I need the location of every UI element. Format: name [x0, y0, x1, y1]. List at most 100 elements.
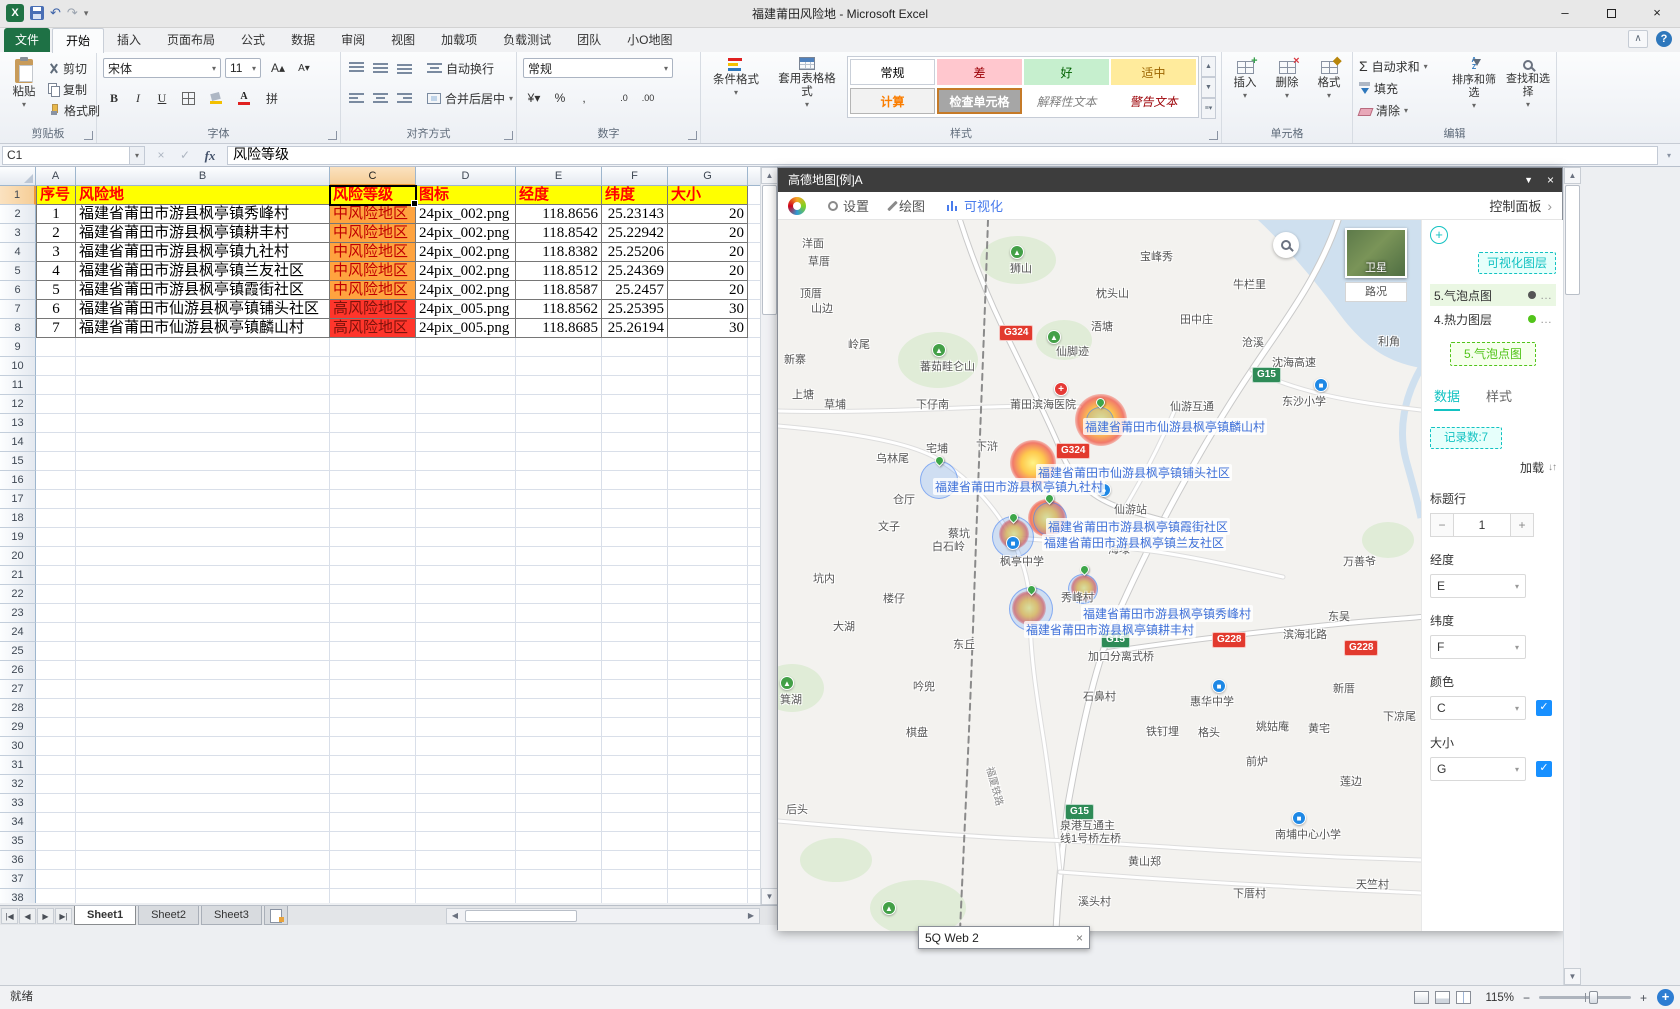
cell-F22[interactable]: [602, 585, 668, 604]
cell-E25[interactable]: [516, 642, 602, 661]
cell-G29[interactable]: [668, 718, 748, 737]
cell-B38[interactable]: [76, 889, 330, 903]
cell-G22[interactable]: [668, 585, 748, 604]
cell-F3[interactable]: 25.22942: [602, 224, 668, 243]
cell-A17[interactable]: [36, 490, 76, 509]
cell-B28[interactable]: [76, 699, 330, 718]
cell-A26[interactable]: [36, 661, 76, 680]
cell-E32[interactable]: [516, 775, 602, 794]
cell-G35[interactable]: [668, 832, 748, 851]
cell-D28[interactable]: [416, 699, 516, 718]
risk-point-label-6[interactable]: 福建省莆田市游县枫亭镇耕丰村: [1024, 621, 1196, 638]
hscroll-thumb[interactable]: [465, 910, 577, 922]
cell-B9[interactable]: [76, 338, 330, 357]
add-layer-icon[interactable]: +: [1430, 226, 1448, 244]
row-header-5[interactable]: 5: [0, 262, 36, 281]
cell-A20[interactable]: [36, 547, 76, 566]
cell-E38[interactable]: [516, 889, 602, 903]
cell-A16[interactable]: [36, 471, 76, 490]
cell-F29[interactable]: [602, 718, 668, 737]
column-header-G[interactable]: G: [668, 167, 748, 186]
cell-G20[interactable]: [668, 547, 748, 566]
cell-F5[interactable]: 25.24369: [602, 262, 668, 281]
paste-button[interactable]: 粘贴 ▾: [4, 54, 44, 124]
prev-sheet-icon[interactable]: ◀: [19, 908, 36, 924]
cell-F25[interactable]: [602, 642, 668, 661]
cell-E5[interactable]: 118.8512: [516, 262, 602, 281]
cell-G18[interactable]: [668, 509, 748, 528]
cell-C10[interactable]: [330, 357, 416, 376]
cell-F17[interactable]: [602, 490, 668, 509]
cell-C32[interactable]: [330, 775, 416, 794]
worksheet-vscrollbar[interactable]: ▲ ▼: [760, 167, 777, 905]
cell-A35[interactable]: [36, 832, 76, 851]
cell-D16[interactable]: [416, 471, 516, 490]
cell-D15[interactable]: [416, 452, 516, 471]
cell-A13[interactable]: [36, 414, 76, 433]
cell-A18[interactable]: [36, 509, 76, 528]
cell-A28[interactable]: [36, 699, 76, 718]
cell-F33[interactable]: [602, 794, 668, 813]
cell-D17[interactable]: [416, 490, 516, 509]
cell-E12[interactable]: [516, 395, 602, 414]
style-chip-4[interactable]: 计算: [850, 88, 935, 114]
wrap-text-button[interactable]: 自动换行: [427, 58, 494, 78]
cell-F13[interactable]: [602, 414, 668, 433]
scroll-down-icon[interactable]: ▼: [761, 888, 778, 905]
cell-A33[interactable]: [36, 794, 76, 813]
cell-F37[interactable]: [602, 870, 668, 889]
cell-B5[interactable]: 福建省莆田市游县枫亭镇兰友社区: [76, 262, 330, 281]
cell-F2[interactable]: 25.23143: [602, 205, 668, 224]
cell-C37[interactable]: [330, 870, 416, 889]
row-header-8[interactable]: 8: [0, 319, 36, 338]
cell-B23[interactable]: [76, 604, 330, 623]
row-header-13[interactable]: 13: [0, 414, 36, 433]
style-chip-2[interactable]: 好: [1024, 59, 1109, 85]
cancel-icon[interactable]: ×: [153, 148, 169, 162]
cell-E22[interactable]: [516, 585, 602, 604]
cell-G7[interactable]: 30: [668, 300, 748, 319]
floating-popup[interactable]: 5Q Web 2 ×: [918, 926, 1090, 949]
cell-G13[interactable]: [668, 414, 748, 433]
save-icon[interactable]: [30, 6, 44, 20]
map-tab-0[interactable]: 设置: [828, 196, 869, 215]
cell-E17[interactable]: [516, 490, 602, 509]
vscroll-thumb[interactable]: [762, 185, 777, 315]
cell-E33[interactable]: [516, 794, 602, 813]
cell-A22[interactable]: [36, 585, 76, 604]
cell-E37[interactable]: [516, 870, 602, 889]
cell-C1[interactable]: 风险等级: [330, 186, 416, 205]
risk-point-label-2[interactable]: 福建省莆田市游县枫亭镇九社村: [933, 478, 1105, 495]
cell-B6[interactable]: 福建省莆田市游县枫亭镇霞街社区: [76, 281, 330, 300]
row-header-22[interactable]: 22: [0, 585, 36, 604]
cell-G1[interactable]: 大小: [668, 186, 748, 205]
cell-A32[interactable]: [36, 775, 76, 794]
expand-formula-bar-icon[interactable]: ▾: [1662, 151, 1676, 160]
cell-G17[interactable]: [668, 490, 748, 509]
cell-G26[interactable]: [668, 661, 748, 680]
cell-C4[interactable]: 中风险地区: [330, 243, 416, 262]
ribbon-tab-8[interactable]: 负载测试: [490, 28, 564, 52]
row-header-4[interactable]: 4: [0, 243, 36, 262]
field-checkbox-4[interactable]: ✓: [1536, 761, 1552, 777]
enter-icon[interactable]: ✓: [177, 148, 193, 162]
cell-E26[interactable]: [516, 661, 602, 680]
row-header-33[interactable]: 33: [0, 794, 36, 813]
cell-D29[interactable]: [416, 718, 516, 737]
align-right-icon[interactable]: [393, 88, 415, 108]
visual-layers-button[interactable]: 可视化图层: [1478, 252, 1556, 274]
help-icon[interactable]: ?: [1656, 31, 1672, 47]
cell-D24[interactable]: [416, 623, 516, 642]
column-header-D[interactable]: D: [416, 167, 516, 186]
row-header-34[interactable]: 34: [0, 813, 36, 832]
cell-A2[interactable]: 1: [36, 205, 76, 224]
insert-function-icon[interactable]: fx: [199, 146, 221, 165]
row-header-38[interactable]: 38: [0, 889, 36, 903]
cell-C6[interactable]: 中风险地区: [330, 281, 416, 300]
row-header-17[interactable]: 17: [0, 490, 36, 509]
cell-D32[interactable]: [416, 775, 516, 794]
cell-G3[interactable]: 20: [668, 224, 748, 243]
cell-B24[interactable]: [76, 623, 330, 642]
redo-icon[interactable]: ↷: [67, 6, 78, 20]
cell-F24[interactable]: [602, 623, 668, 642]
